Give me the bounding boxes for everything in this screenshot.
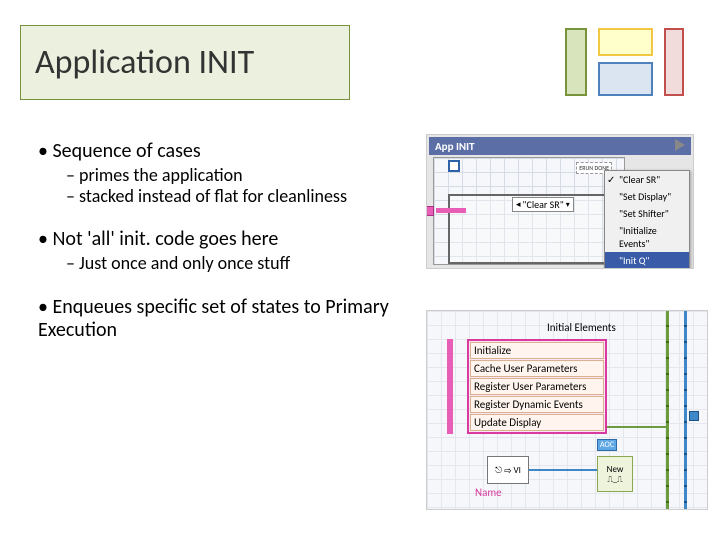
- block-diagram-grid: ERUN DONE "Clear SR": [433, 157, 625, 265]
- decor-yellow-box: [598, 28, 653, 56]
- array-element: Register User Parameters: [470, 378, 604, 395]
- bullet-list: Sequence of cases primes the application…: [38, 140, 398, 342]
- wire-pink: [436, 208, 466, 213]
- vi-ref-node: ⎋ ⇨ VI: [487, 456, 529, 484]
- list-item: Not 'all' init. code goes here Just once…: [38, 228, 398, 274]
- figure-initial-elements: Initial Elements Initialize Cache User P…: [426, 310, 708, 510]
- name-label: Name: [475, 486, 502, 499]
- new-node: New ⎍_⎍: [597, 456, 633, 492]
- list-item: Sequence of cases primes the application…: [38, 140, 398, 206]
- figure-app-init: App INIT ERUN DONE "Clear SR" "Clear SR"…: [426, 134, 694, 269]
- bullet-content: Sequence of cases primes the application…: [38, 140, 398, 364]
- menu-item: "Set Display": [605, 188, 689, 205]
- array-element: Update Display: [470, 414, 604, 431]
- list-item: Enqueues specific set of states to Prima…: [38, 296, 398, 342]
- slide-title-box: Application INIT: [20, 25, 350, 100]
- list-item: Just once and only once stuff: [66, 253, 398, 274]
- aoc-node: AOC: [597, 439, 617, 451]
- run-arrow-icon: [675, 139, 685, 151]
- menu-item: "Set Shifter": [605, 205, 689, 222]
- loop-border-blue: [684, 311, 687, 510]
- array-constant: Initialize Cache User Parameters Registe…: [467, 339, 607, 434]
- loop-index-icon: [448, 160, 460, 172]
- shift-register-icon: [426, 206, 434, 216]
- decor-blue-box: [598, 62, 653, 96]
- wire-blue: [529, 469, 597, 471]
- constant-label: Initial Elements: [547, 321, 616, 334]
- case-structure: "Clear SR": [448, 194, 616, 264]
- loop-border-green: [666, 311, 669, 510]
- wire-green: [607, 426, 669, 428]
- tunnel-icon: [689, 411, 699, 421]
- array-element: Initialize: [470, 342, 604, 359]
- list-item: primes the application: [66, 165, 398, 186]
- list-item: stacked instead of flat for cleanliness: [66, 186, 398, 207]
- decor-green-bar: [565, 28, 587, 96]
- window-header: App INIT: [429, 137, 691, 155]
- case-menu: "Clear SR" "Set Display" "Set Shifter" "…: [604, 170, 690, 269]
- decor-red-bar: [664, 28, 684, 96]
- wire-pink: [447, 339, 453, 434]
- case-selector: "Clear SR": [512, 197, 574, 212]
- menu-item: "Initialize Events": [605, 222, 689, 252]
- menu-item: "Clear SR": [605, 171, 689, 188]
- slide-title: Application INIT: [35, 42, 254, 83]
- menu-item: "Init Q": [605, 252, 689, 269]
- array-element: Register Dynamic Events: [470, 396, 604, 413]
- array-element: Cache User Parameters: [470, 360, 604, 377]
